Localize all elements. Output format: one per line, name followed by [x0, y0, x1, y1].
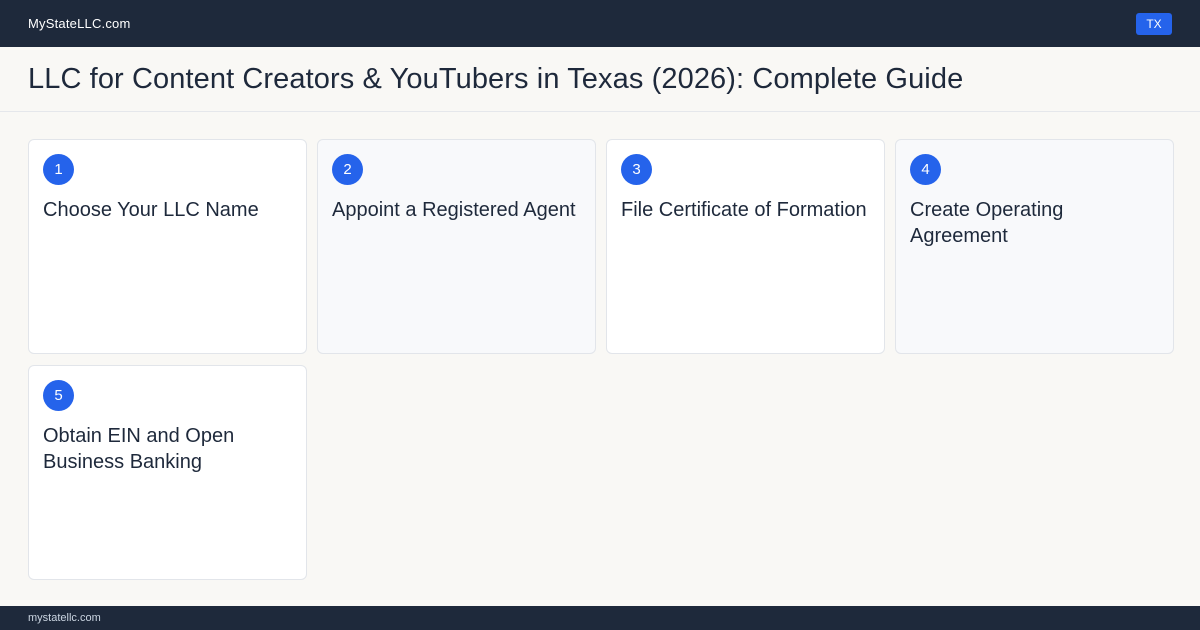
step-title: Appoint a Registered Agent	[332, 199, 576, 221]
step-title: Obtain EIN and Open Business Banking	[43, 425, 235, 473]
step-title: Create Operating Agreement	[910, 199, 1064, 247]
top-bar: MyStateLLC.com TX	[0, 0, 1200, 47]
step-number-badge: 2	[332, 154, 363, 185]
title-section: LLC for Content Creators & YouTubers in …	[0, 47, 1200, 112]
step-card-2[interactable]: 2 Appoint a Registered Agent	[317, 139, 596, 354]
step-title: Choose Your LLC Name	[43, 199, 259, 221]
step-number-badge: 1	[43, 154, 74, 185]
step-title: File Certificate of Formation	[621, 199, 867, 221]
step-card-3[interactable]: 3 File Certificate of Formation	[606, 139, 885, 354]
page-title: LLC for Content Creators & YouTubers in …	[28, 62, 964, 95]
step-card-1[interactable]: 1 Choose Your LLC Name	[28, 139, 307, 354]
footer-domain-link[interactable]: mystatellc.com	[28, 612, 101, 624]
state-badge[interactable]: TX	[1136, 12, 1172, 35]
step-number-badge: 5	[43, 380, 74, 411]
footer: mystatellc.com	[0, 606, 1200, 630]
brand-link[interactable]: MyStateLLC.com	[28, 16, 131, 31]
step-number-badge: 4	[910, 154, 941, 185]
step-card-4[interactable]: 4 Create Operating Agreement	[895, 139, 1174, 354]
step-card-5[interactable]: 5 Obtain EIN and Open Business Banking	[28, 365, 307, 580]
steps-grid: 1 Choose Your LLC Name 2 Appoint a Regis…	[28, 139, 1174, 580]
step-number-badge: 3	[621, 154, 652, 185]
